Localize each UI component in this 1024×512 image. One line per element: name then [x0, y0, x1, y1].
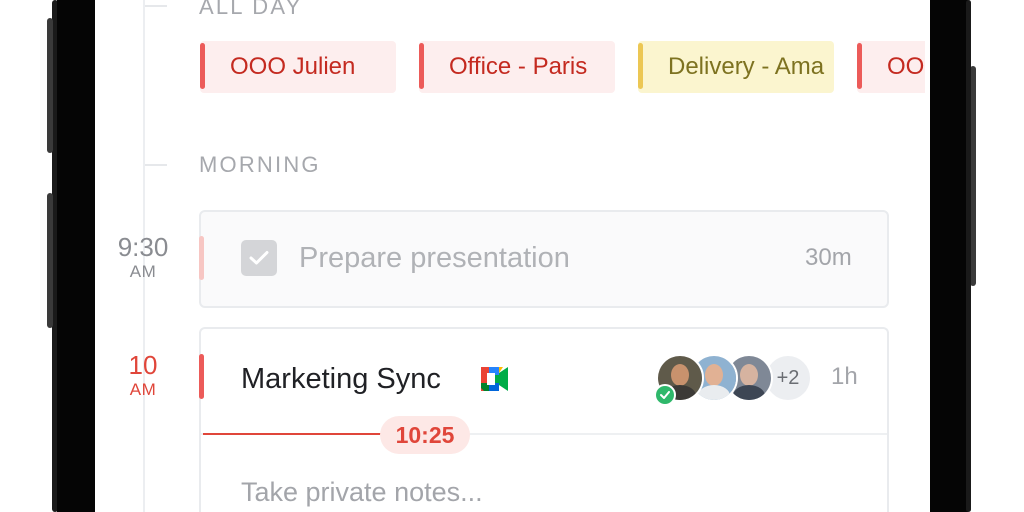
- event-color-bar: [199, 354, 204, 399]
- task-complete-checkbox[interactable]: [241, 240, 277, 276]
- timeline-tick: [145, 5, 167, 7]
- meeting-event-card[interactable]: Marketing Sync +2 1h Take private notes.…: [199, 327, 889, 512]
- time-label-ampm: AM: [129, 262, 157, 281]
- timeline-tick: [145, 164, 167, 166]
- phone-side-button: [47, 18, 53, 153]
- all-day-event-chip[interactable]: OO: [857, 41, 925, 93]
- accepted-check-icon: [654, 384, 676, 406]
- all-day-event-chip[interactable]: Office - Paris: [419, 41, 615, 93]
- event-color-bar: [200, 43, 205, 89]
- calendar-screen: ALL DAY OOO Julien Office - Paris Delive…: [95, 0, 930, 512]
- google-meet-icon[interactable]: [481, 367, 511, 391]
- event-color-bar: [638, 43, 643, 89]
- all-day-event-label: Delivery - Ama: [668, 53, 825, 80]
- all-day-event-label: OO: [887, 53, 925, 80]
- phone-bezel-left: [57, 0, 95, 512]
- current-time-line: [203, 433, 383, 435]
- phone-bezel-right: [930, 0, 968, 512]
- task-event-card[interactable]: Prepare presentation 30m: [199, 210, 889, 308]
- all-day-event-chip[interactable]: Delivery - Ama: [638, 41, 834, 93]
- event-color-bar: [419, 43, 424, 89]
- event-color-bar: [199, 236, 204, 280]
- task-title: Prepare presentation: [299, 242, 570, 274]
- all-day-event-label: OOO Julien: [230, 53, 356, 80]
- attendee-avatars[interactable]: +2: [654, 354, 812, 406]
- time-label-ampm: AM: [129, 380, 157, 399]
- all-day-event-label: Office - Paris: [449, 53, 588, 80]
- time-label-hour: 10: [128, 350, 158, 380]
- time-label-10: 10 AM: [95, 351, 191, 401]
- private-notes-field[interactable]: Take private notes...: [241, 477, 483, 508]
- meeting-duration: 1h: [831, 363, 858, 390]
- task-duration: 30m: [805, 244, 852, 271]
- morning-section-label: MORNING: [199, 152, 321, 177]
- phone-side-button: [47, 193, 53, 328]
- checkmark-icon: [249, 251, 269, 265]
- all-day-section-label: ALL DAY: [199, 0, 303, 19]
- meeting-title: Marketing Sync: [241, 363, 441, 395]
- all-day-event-chip[interactable]: OOO Julien: [200, 41, 396, 93]
- time-label-hour: 9:30: [117, 232, 169, 262]
- event-color-bar: [857, 43, 862, 89]
- phone-frame-right-edge: [966, 0, 971, 512]
- time-label-930: 9:30 AM: [95, 233, 191, 283]
- all-day-events-row[interactable]: OOO Julien Office - Paris Delivery - Ama…: [200, 41, 925, 93]
- current-time-badge: 10:25: [380, 416, 470, 454]
